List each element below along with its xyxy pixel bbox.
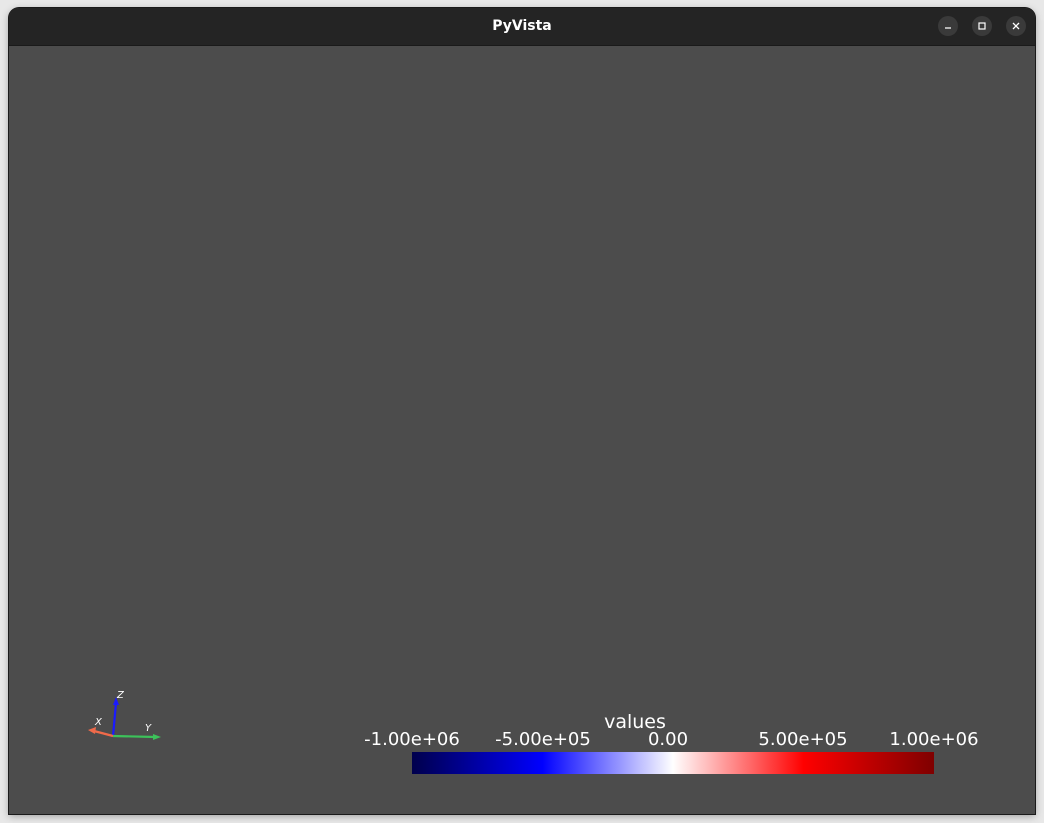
scalar-bar-tick-label: 0.00 bbox=[647, 729, 689, 750]
minimize-icon bbox=[945, 27, 951, 29]
x-axis-label: X bbox=[94, 717, 103, 728]
render-viewport[interactable]: Z Y X values -1.00e+06 -5.00e+05 0.00 5.… bbox=[9, 46, 1035, 814]
orientation-axes-widget: Z Y X bbox=[88, 690, 161, 740]
scalar-bar-tick-label: 5.00e+05 bbox=[758, 729, 848, 750]
scalar-bar-tick-label: -5.00e+05 bbox=[495, 729, 591, 750]
window-title: PyVista bbox=[492, 18, 552, 34]
close-icon bbox=[1012, 22, 1020, 30]
scalar-bar-tick-label: 1.00e+06 bbox=[889, 729, 979, 750]
z-axis-label: Z bbox=[116, 690, 125, 701]
maximize-icon bbox=[978, 22, 986, 30]
scalar-bar-tick-label: -1.00e+06 bbox=[364, 729, 460, 750]
maximize-button[interactable] bbox=[972, 16, 992, 36]
pyvista-window: PyVista Z Y X values -1.00e+06 -5.00e+05… bbox=[9, 8, 1035, 814]
x-axis-line bbox=[93, 729, 114, 738]
y-axis-arrowhead bbox=[153, 734, 161, 740]
minimize-button[interactable] bbox=[938, 16, 958, 36]
z-axis-line bbox=[111, 702, 118, 737]
title-bar[interactable]: PyVista bbox=[9, 8, 1035, 46]
scalar-bar-title: values bbox=[604, 711, 666, 733]
scalar-bar-colormap bbox=[412, 752, 934, 774]
y-axis-label: Y bbox=[145, 723, 152, 734]
y-axis-line bbox=[112, 734, 157, 739]
close-button[interactable] bbox=[1006, 16, 1026, 36]
x-axis-arrowhead bbox=[88, 727, 96, 734]
